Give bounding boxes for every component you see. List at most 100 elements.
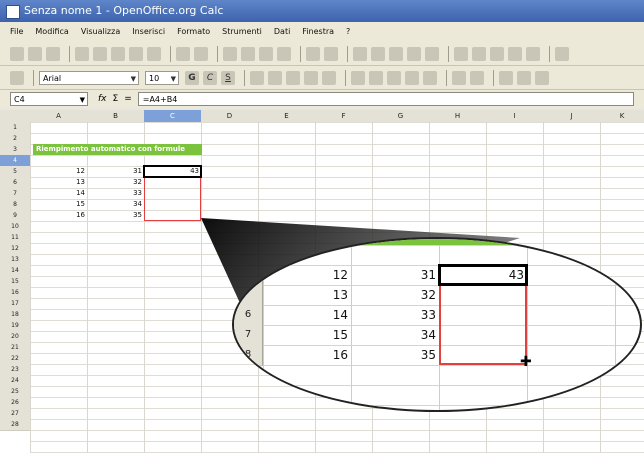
delete-decimal-icon[interactable]	[423, 70, 437, 85]
font-name-combo[interactable]: Arial ▼	[39, 70, 139, 85]
redo-icon[interactable]	[324, 46, 338, 61]
window-title: Senza nome 1 - OpenOffice.org Calc	[24, 4, 224, 17]
draw-functions-icon[interactable]	[425, 46, 439, 61]
function-wizard-icon[interactable]: fx	[98, 94, 107, 104]
crosshair-cursor-icon: ✚	[520, 354, 532, 370]
magnified-cell-b8: 35	[420, 348, 436, 362]
magnified-cell-b5: 32	[420, 288, 436, 302]
underline-button[interactable]: S	[221, 70, 235, 85]
magnified-row-header	[234, 285, 263, 306]
toolbar-separator	[244, 69, 245, 86]
format-paintbrush-icon[interactable]	[277, 46, 291, 61]
borders-icon[interactable]	[499, 70, 513, 85]
help-icon[interactable]	[555, 46, 569, 61]
add-decimal-icon[interactable]	[405, 70, 419, 85]
menu-formato[interactable]: Formato	[177, 22, 210, 42]
standard-format-icon[interactable]	[387, 70, 401, 85]
new-document-icon[interactable]	[10, 46, 24, 61]
font-name-value: Arial	[43, 73, 62, 83]
magnified-cell-a7: 15	[332, 328, 348, 342]
spellcheck-icon[interactable]	[176, 46, 190, 61]
function-equals-icon[interactable]: =	[124, 94, 132, 104]
toolbar-separator	[217, 45, 218, 62]
cut-icon[interactable]	[223, 46, 237, 61]
font-size-value: 10	[149, 73, 160, 83]
magnified-heading-band	[354, 239, 640, 245]
toolbar-separator	[448, 45, 449, 62]
increase-indent-icon[interactable]	[470, 70, 484, 85]
print-icon[interactable]	[129, 46, 143, 61]
standard-toolbar	[0, 42, 644, 66]
magnified-cell-b4: 31	[420, 268, 436, 282]
chevron-down-icon: ▼	[130, 74, 136, 83]
font-color-icon[interactable]	[535, 70, 549, 85]
magnified-row-header	[234, 265, 263, 286]
toolbar-separator	[69, 45, 70, 62]
align-left-icon[interactable]	[250, 70, 264, 85]
navigator-icon[interactable]	[472, 46, 486, 61]
magnified-cell-a8: 16	[332, 348, 348, 362]
menu-strumenti[interactable]: Strumenti	[222, 22, 262, 42]
chevron-down-icon: ▼	[79, 96, 85, 104]
sum-icon[interactable]: Σ	[113, 94, 119, 104]
toolbar-separator	[493, 69, 494, 86]
font-size-combo[interactable]: 10 ▼	[145, 70, 179, 85]
magnified-cell-b6: 33	[420, 308, 436, 322]
magnified-cell-b7: 34	[420, 328, 436, 342]
toolbar-separator	[33, 69, 34, 86]
menu-help[interactable]: ?	[346, 22, 350, 42]
magnified-grid: 6 7 8 12 13 14 15 16 31 32 33 34 35 43 ✚	[234, 239, 640, 410]
menu-file[interactable]: File	[10, 22, 23, 42]
background-color-icon[interactable]	[517, 70, 531, 85]
hyperlink-icon[interactable]	[353, 46, 367, 61]
magnified-row-header: 7	[234, 325, 263, 346]
data-sources-icon[interactable]	[508, 46, 522, 61]
menu-finestra[interactable]: Finestra	[302, 22, 334, 42]
align-center-icon[interactable]	[268, 70, 282, 85]
italic-button[interactable]: C	[203, 70, 217, 85]
menu-dati[interactable]: Dati	[274, 22, 290, 42]
chevron-down-icon: ▼	[170, 74, 176, 83]
export-pdf-icon[interactable]	[111, 46, 125, 61]
save-icon[interactable]	[46, 46, 60, 61]
toolbar-separator	[345, 69, 346, 86]
magnified-cell-c4: 43	[508, 268, 524, 282]
edit-file-icon[interactable]	[93, 46, 107, 61]
menu-visualizza[interactable]: Visualizza	[81, 22, 120, 42]
name-box[interactable]: C4 ▼	[10, 92, 88, 106]
bold-button[interactable]: G	[185, 70, 199, 85]
print-preview-icon[interactable]	[147, 46, 161, 61]
align-right-icon[interactable]	[286, 70, 300, 85]
sort-descending-icon[interactable]	[389, 46, 403, 61]
email-icon[interactable]	[75, 46, 89, 61]
currency-format-icon[interactable]	[351, 70, 365, 85]
title-bar: Senza nome 1 - OpenOffice.org Calc	[0, 0, 644, 22]
magnified-row-header: 6	[234, 305, 263, 326]
zoom-icon[interactable]	[526, 46, 540, 61]
find-replace-icon[interactable]	[454, 46, 468, 61]
open-folder-icon[interactable]	[28, 46, 42, 61]
percent-format-icon[interactable]	[369, 70, 383, 85]
magnified-callout: 6 7 8 12 13 14 15 16 31 32 33 34 35 43 ✚	[232, 237, 642, 412]
styles-formatting-icon[interactable]	[10, 70, 24, 85]
merge-cells-icon[interactable]	[322, 70, 336, 85]
formula-input[interactable]: =A4+B4	[137, 92, 634, 106]
menu-modifica[interactable]: Modifica	[35, 22, 68, 42]
menu-inserisci[interactable]: Inserisci	[132, 22, 165, 42]
magnified-cell-a5: 13	[332, 288, 348, 302]
chart-icon[interactable]	[407, 46, 421, 61]
autospellcheck-icon[interactable]	[194, 46, 208, 61]
formula-bar: C4 ▼ fx Σ = =A4+B4	[0, 90, 644, 108]
magnified-cell-a4: 12	[332, 268, 348, 282]
justify-icon[interactable]	[304, 70, 318, 85]
magnified-row-header: 8	[234, 345, 263, 366]
sort-ascending-icon[interactable]	[371, 46, 385, 61]
decrease-indent-icon[interactable]	[452, 70, 466, 85]
undo-icon[interactable]	[306, 46, 320, 61]
name-box-value: C4	[14, 95, 25, 104]
gallery-icon[interactable]	[490, 46, 504, 61]
copy-icon[interactable]	[241, 46, 255, 61]
menu-bar: File Modifica Visualizza Inserisci Forma…	[0, 22, 644, 42]
paste-icon[interactable]	[259, 46, 273, 61]
toolbar-separator	[446, 69, 447, 86]
